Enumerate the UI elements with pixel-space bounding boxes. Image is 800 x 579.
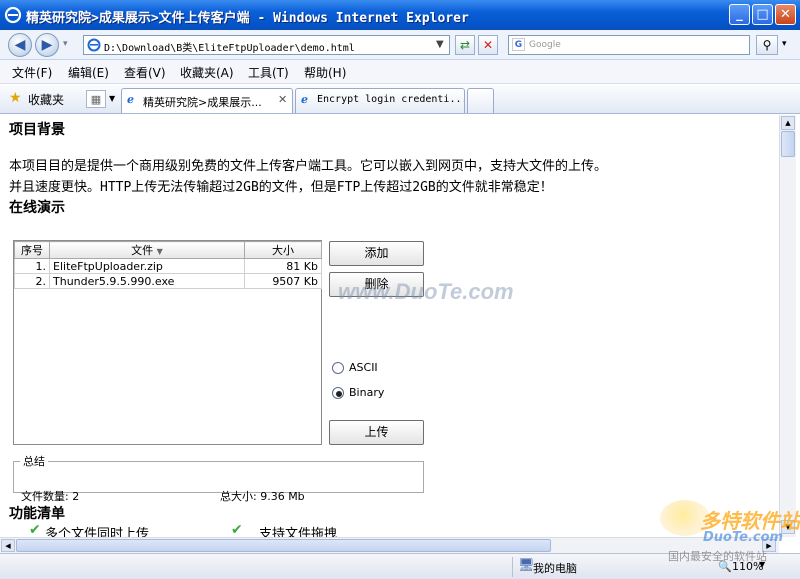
check-icon: ✔: [29, 522, 41, 537]
feature-item: 多个文件同时上传: [45, 527, 150, 537]
table-row[interactable]: 2. Thunder5.9.5.990.exe 9507 Kb: [14, 273, 322, 289]
tab-encrypt-login[interactable]: ℯ Encrypt login credenti...: [295, 88, 465, 113]
total-size: 总大小: 9.36 Mb: [220, 490, 305, 503]
ascii-radio[interactable]: [332, 362, 344, 374]
sort-desc-icon: ▼: [156, 247, 163, 256]
address-dropdown-icon[interactable]: ▼: [436, 39, 444, 50]
file-list[interactable]: 序号 文件 ▼ 大小 1. EliteFtpUploader.zip 81 Kb…: [13, 240, 322, 445]
tab-label: Encrypt login credenti...: [317, 94, 465, 105]
google-logo-icon: G: [512, 38, 525, 51]
file-index: 1.: [14, 258, 50, 274]
favorites-bar: ★ 收藏夹 ▦ ▼ ℯ 精英研究院>成果展示... ✕ ℯ Encrypt lo…: [0, 85, 800, 114]
address-text: D:\Download\B类\EliteFtpUploader\demo.htm…: [104, 43, 355, 54]
status-divider: [512, 557, 513, 577]
column-header-file[interactable]: 文件 ▼: [49, 241, 245, 259]
tab-elite-research[interactable]: ℯ 精英研究院>成果展示... ✕: [121, 88, 293, 113]
back-button[interactable]: ◀: [8, 33, 32, 57]
file-name: Thunder5.9.5.990.exe: [49, 273, 245, 289]
file-index: 2.: [14, 273, 50, 289]
stop-button[interactable]: ✕: [478, 35, 498, 55]
menu-tools[interactable]: 工具(T): [248, 64, 289, 81]
background-text-line2: 并且速度更快。HTTP上传无法传输超过2GB的文件，但是FTP上传超过2GB的文…: [9, 180, 553, 195]
horizontal-scroll-thumb[interactable]: [16, 539, 551, 552]
search-icon[interactable]: ⚲: [756, 35, 778, 55]
new-tab-button[interactable]: [467, 88, 494, 113]
security-zone-label[interactable]: 我的电脑: [533, 560, 577, 576]
ie-logo-icon: [4, 6, 22, 24]
forward-button[interactable]: ▶: [35, 33, 59, 57]
search-placeholder: Google: [529, 40, 561, 50]
menu-edit[interactable]: 编辑(E): [68, 64, 109, 81]
window-title: 精英研究院>成果展示>文件上传客户端 - Windows Internet Ex…: [26, 11, 469, 26]
check-icon: ✔: [231, 522, 243, 537]
file-size: 81 Kb: [244, 258, 322, 274]
favorites-button[interactable]: 收藏夹: [28, 91, 64, 108]
scroll-up-icon[interactable]: ▲: [781, 116, 795, 130]
upload-button[interactable]: 上传: [329, 420, 424, 445]
menu-help[interactable]: 帮助(H): [304, 64, 346, 81]
binary-radio[interactable]: [332, 387, 344, 399]
menu-view[interactable]: 查看(V): [124, 64, 166, 81]
refresh-button[interactable]: ⇄: [455, 35, 475, 55]
summary-group: 总结 文件数量: 2 总大小: 9.36 Mb: [13, 453, 424, 503]
title-bar: 精英研究院>成果展示>文件上传客户端 - Windows Internet Ex…: [0, 0, 800, 30]
duote-corner-domain: DuoTe.com: [703, 530, 784, 545]
horizontal-scrollbar[interactable]: ◀ ▶: [0, 537, 779, 553]
file-size: 9507 Kb: [244, 273, 322, 289]
tab-close-icon[interactable]: ✕: [278, 93, 287, 106]
feature-item: 支持文件拖拽: [259, 527, 338, 537]
table-row[interactable]: 1. EliteFtpUploader.zip 81 Kb: [14, 258, 322, 274]
vertical-scroll-thumb[interactable]: [781, 131, 795, 157]
ascii-label: ASCII: [349, 361, 378, 374]
favorites-star-icon: ★: [9, 90, 22, 106]
address-toolbar: ◀ ▶ ▾ D:\Download\B类\EliteFtpUploader\de…: [0, 30, 800, 60]
file-name: EliteFtpUploader.zip: [49, 258, 245, 274]
duote-corner-slogan: 国内最安全的软件站: [668, 550, 767, 563]
section-heading-background: 项目背景: [9, 122, 65, 138]
section-heading-demo: 在线演示: [9, 200, 65, 216]
duote-watermark: www.DuoTe.com: [338, 279, 514, 304]
background-text-line1: 本项目目的是提供一个商用级别免费的文件上传客户端工具。它可以嵌入到网页中，支持大…: [9, 159, 608, 174]
column-header-file-label: 文件: [131, 244, 154, 257]
menu-file[interactable]: 文件(F): [12, 64, 52, 81]
binary-label: Binary: [349, 386, 385, 399]
add-file-button[interactable]: 添加: [329, 241, 424, 266]
search-options-icon[interactable]: ▾: [782, 39, 787, 49]
scroll-left-icon[interactable]: ◀: [1, 539, 15, 552]
tab-list-dropdown-icon[interactable]: ▼: [109, 94, 115, 103]
summary-legend: 总结: [23, 455, 45, 468]
history-dropdown-icon[interactable]: ▾: [63, 39, 68, 49]
file-count: 文件数量: 2: [21, 490, 80, 503]
search-input[interactable]: G Google: [508, 35, 750, 55]
menu-bar: 文件(F) 编辑(E) 查看(V) 收藏夹(A) 工具(T) 帮助(H): [0, 60, 800, 84]
close-button[interactable]: ✕: [775, 4, 796, 25]
file-table: 序号 文件 ▼ 大小 1. EliteFtpUploader.zip 81 Kb…: [14, 241, 322, 289]
address-field[interactable]: D:\Download\B类\EliteFtpUploader\demo.htm…: [83, 35, 450, 55]
minimize-button[interactable]: _: [729, 4, 750, 25]
page-icon: [87, 38, 101, 52]
menu-favorites[interactable]: 收藏夹(A): [180, 64, 234, 81]
column-header-index[interactable]: 序号: [14, 241, 50, 259]
tab-page-icon: ℯ: [301, 93, 308, 106]
tab-label: 精英研究院>成果展示...: [143, 96, 262, 109]
column-header-size[interactable]: 大小: [244, 241, 322, 259]
tab-page-icon: ℯ: [127, 93, 134, 106]
maximize-button[interactable]: □: [752, 4, 773, 25]
quick-tabs-icon[interactable]: ▦: [86, 90, 106, 108]
vertical-scrollbar[interactable]: ▲ ▼: [779, 115, 796, 537]
